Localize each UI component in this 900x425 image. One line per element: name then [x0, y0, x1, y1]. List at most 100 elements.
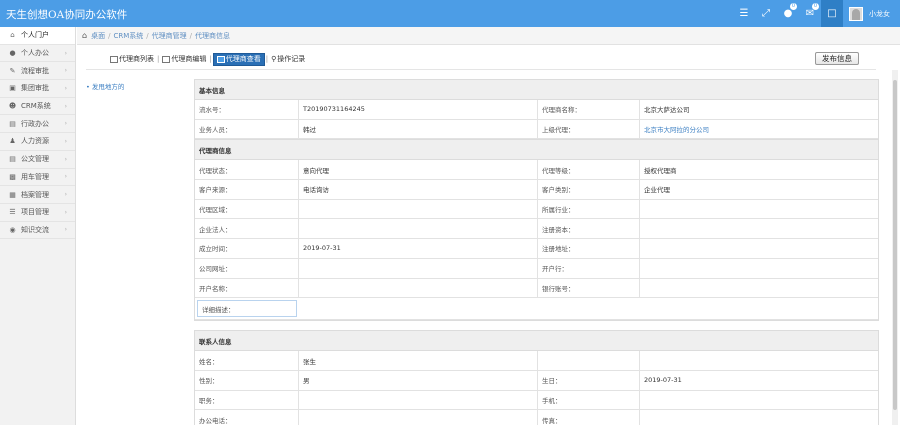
- field-label: 详细描述：: [197, 300, 297, 318]
- sidebar-item-portal[interactable]: ⌂ 个人门户: [0, 27, 75, 45]
- sidebar-item-personal[interactable]: ● 个人办公 ›: [0, 45, 75, 63]
- breadcrumb-crm[interactable]: CRM系统: [113, 31, 143, 41]
- users-icon: ☻: [8, 102, 17, 111]
- agent-edit-button[interactable]: 代理商编辑: [160, 53, 208, 66]
- top-bar: 天生创想OA协同办公软件 ☰ ⤢ ● 0 ✉ 0 □ 小龙女: [0, 0, 900, 27]
- chevron-right-icon: ›: [64, 191, 67, 199]
- sidebar-item-workflow[interactable]: ✎ 流程审批 ›: [0, 62, 75, 81]
- operation-log-button[interactable]: ⚲ 操作记录: [269, 53, 307, 66]
- chevron-right-icon: ›: [64, 137, 67, 145]
- basic-info-section: 基本信息 流水号： T20190731164245 代理商名称： 北京大萨达公司…: [194, 79, 879, 140]
- scrollbar-thumb[interactable]: [893, 80, 897, 410]
- username: 小龙女: [869, 9, 890, 18]
- section-title-contact: 联系人信息: [195, 331, 878, 352]
- field-label: 性别：: [195, 370, 299, 390]
- field-label: 成立时间：: [195, 239, 299, 258]
- fullscreen-icon[interactable]: ⤢: [755, 0, 777, 27]
- account-name-value: [299, 278, 538, 298]
- table-row: 代理区域： 所属行业：: [195, 199, 878, 220]
- menu-icon[interactable]: ☰: [733, 0, 755, 27]
- chevron-right-icon: ›: [64, 208, 67, 216]
- table-row: 企业法人： 注册资本：: [195, 219, 878, 240]
- monitor-icon: ▣: [9, 84, 16, 93]
- breadcrumb-current: 代理商信息: [194, 31, 230, 40]
- list-icon: ☰: [9, 208, 16, 217]
- top-icons: ☰ ⤢ ● 0 ✉ 0 □ 小龙女: [733, 0, 900, 27]
- sidebar-item-project[interactable]: ☰ 项目管理 ›: [0, 204, 75, 222]
- field-label: 手机：: [538, 390, 640, 410]
- breadcrumb-agent-management[interactable]: 代理商管理: [152, 31, 187, 41]
- sidebar-item-hr[interactable]: ♟ 人力资源 ›: [0, 133, 75, 151]
- reg-address-value: [640, 239, 878, 258]
- field-label: 生日：: [538, 370, 640, 390]
- people-icon: ♟: [9, 137, 16, 146]
- chevron-right-icon: ›: [64, 102, 67, 110]
- source-value: 电话询访: [299, 180, 538, 199]
- capital-value: [640, 219, 878, 238]
- user-menu[interactable]: 小龙女: [843, 0, 900, 27]
- sidebar-item-documents[interactable]: ▤ 公文管理 ›: [0, 151, 75, 169]
- table-row: 代理状态： 意向代理 代理等级： 授权代理商: [195, 160, 878, 181]
- sidebar-item-knowledge[interactable]: ◉ 知识交流 ›: [0, 222, 75, 240]
- message-icon[interactable]: □: [821, 0, 843, 27]
- section-title-agent: 代理商信息: [195, 140, 878, 161]
- fax-value: [640, 410, 878, 425]
- parent-agent-link[interactable]: 北京市大阿拉的分公司: [640, 120, 878, 139]
- sidebar: ⌂ 个人门户 ● 个人办公 › ✎ 流程审批 › ▣ 集团审批 › ☻ CRM系统 › ▤ 行政办公…: [0, 27, 76, 425]
- field-label: 所属行业：: [538, 199, 640, 219]
- table-row: 公司网址： 开户行：: [195, 258, 878, 279]
- side-link[interactable]: • 发甩地方的: [86, 81, 124, 91]
- chat-icon: ◉: [9, 225, 16, 234]
- table-row: 性别： 男 生日： 2019-07-31: [195, 370, 878, 391]
- home-icon: ⌂: [10, 31, 15, 40]
- group-chat-badge: 0: [789, 3, 797, 10]
- book-icon: ▤: [9, 119, 16, 128]
- office-phone-value: [299, 410, 538, 425]
- search-icon: ⚲: [271, 55, 277, 63]
- category-value: 企业代理: [644, 186, 670, 195]
- agent-name-value: 北京大萨达公司: [644, 106, 690, 115]
- field-label: 代理商名称：: [538, 100, 640, 119]
- home-icon: ⌂: [82, 31, 88, 40]
- sidebar-item-archive[interactable]: ▦ 档案管理 ›: [0, 186, 75, 204]
- sidebar-item-admin[interactable]: ▤ 行政办公 ›: [0, 115, 75, 134]
- agent-list-button[interactable]: 代理商列表: [108, 53, 156, 66]
- serial-value: T20190731164245: [299, 100, 538, 119]
- table-row: 成立时间： 2019-07-31 注册地址：: [195, 239, 878, 259]
- publish-button[interactable]: 发布信息: [815, 52, 859, 65]
- mail-icon[interactable]: ✉ 0: [799, 0, 821, 27]
- field-label: 注册地址：: [538, 239, 640, 258]
- mobile-value: [640, 391, 878, 410]
- position-value: [299, 390, 538, 410]
- scrollbar[interactable]: [892, 70, 898, 425]
- mail-badge: 0: [811, 3, 819, 10]
- edit-icon: ✎: [9, 66, 16, 75]
- level-value: 授权代理商: [644, 166, 677, 175]
- sidebar-item-crm[interactable]: ☻ CRM系统 ›: [0, 98, 75, 116]
- field-label: 代理等级：: [538, 160, 640, 180]
- table-row: 流水号： T20190731164245 代理商名称： 北京大萨达公司: [195, 100, 878, 120]
- document-icon: ▤: [9, 155, 16, 164]
- sidebar-item-vehicle[interactable]: ▩ 用车管理 ›: [0, 169, 75, 187]
- person-icon: ●: [9, 49, 16, 58]
- field-label: 上级代理：: [538, 119, 640, 139]
- description-value: [297, 298, 876, 319]
- chevron-right-icon: ›: [64, 155, 67, 163]
- gender-value: 男: [299, 370, 538, 390]
- breadcrumb: ⌂ 桌面 / CRM系统 / 代理商管理 / 代理商信息: [77, 27, 900, 45]
- field-label: 姓名：: [195, 351, 299, 370]
- field-label: 办公电话：: [195, 410, 299, 425]
- chevron-right-icon: ›: [64, 173, 67, 181]
- table-row: 开户名称： 银行账号：: [195, 278, 878, 299]
- field-label: 代理区域：: [195, 199, 299, 219]
- chevron-right-icon: ›: [64, 120, 67, 128]
- breadcrumb-desktop[interactable]: 桌面: [91, 31, 105, 41]
- agent-detail-section: 代理商信息 代理状态： 意向代理 代理等级： 授权代理商 客户来源： 电话询访 …: [194, 139, 879, 321]
- agent-view-button[interactable]: 代理商查看: [212, 52, 265, 66]
- birthday-value: 2019-07-31: [644, 376, 682, 385]
- sidebar-item-group-approval[interactable]: ▣ 集团审批 ›: [0, 80, 75, 98]
- group-chat-icon[interactable]: ● 0: [777, 0, 799, 27]
- archive-icon: ▦: [9, 190, 16, 199]
- field-label: 代理状态：: [195, 160, 299, 180]
- empty-value: [640, 351, 878, 370]
